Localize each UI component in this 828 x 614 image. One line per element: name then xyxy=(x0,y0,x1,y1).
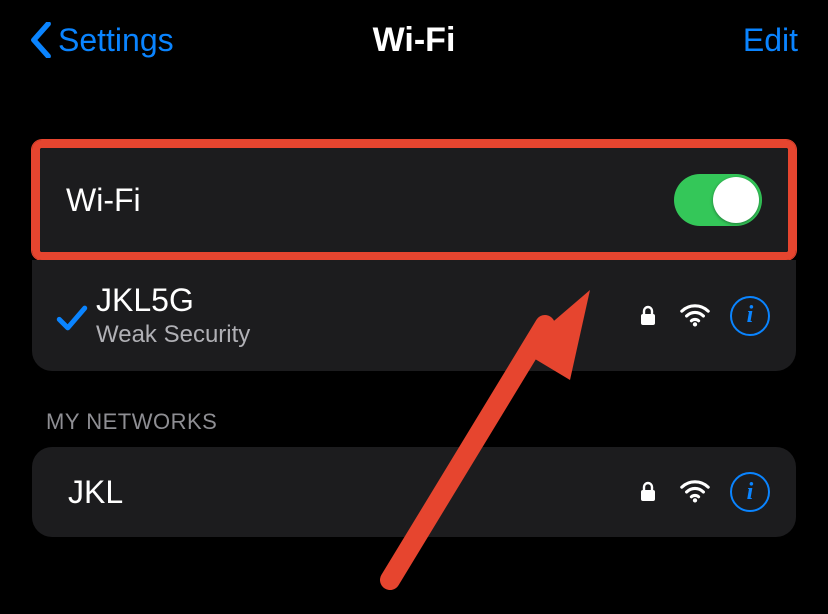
wifi-toggle[interactable] xyxy=(674,174,762,226)
network-row[interactable]: JKL i xyxy=(32,447,796,537)
wifi-toggle-row[interactable]: Wi-Fi xyxy=(40,148,788,252)
lock-icon xyxy=(636,480,660,504)
connected-network-name: JKL5G xyxy=(96,282,636,319)
back-label: Settings xyxy=(58,22,174,59)
checkmark-icon xyxy=(48,297,96,335)
info-icon[interactable]: i xyxy=(730,296,770,336)
wifi-toggle-group: Wi-Fi xyxy=(32,140,796,260)
connected-network-row[interactable]: JKL5G Weak Security xyxy=(32,260,796,371)
page-title: Wi-Fi xyxy=(373,21,456,60)
chevron-left-icon xyxy=(30,22,52,58)
navbar: Settings Wi-Fi Edit xyxy=(0,0,828,80)
network-name: JKL xyxy=(68,474,636,511)
connected-network-group: JKL5G Weak Security xyxy=(32,260,796,371)
toggle-knob xyxy=(713,177,759,223)
info-icon[interactable]: i xyxy=(730,472,770,512)
back-button[interactable]: Settings xyxy=(30,22,174,59)
wifi-signal-icon xyxy=(680,480,710,504)
connected-network-status: Weak Security xyxy=(96,321,636,349)
lock-icon xyxy=(636,304,660,328)
edit-button[interactable]: Edit xyxy=(743,22,798,59)
wifi-toggle-label: Wi-Fi xyxy=(66,182,674,219)
my-networks-header: MY NETWORKS xyxy=(0,371,828,447)
my-networks-group: JKL i xyxy=(32,447,796,537)
wifi-signal-icon xyxy=(680,304,710,328)
